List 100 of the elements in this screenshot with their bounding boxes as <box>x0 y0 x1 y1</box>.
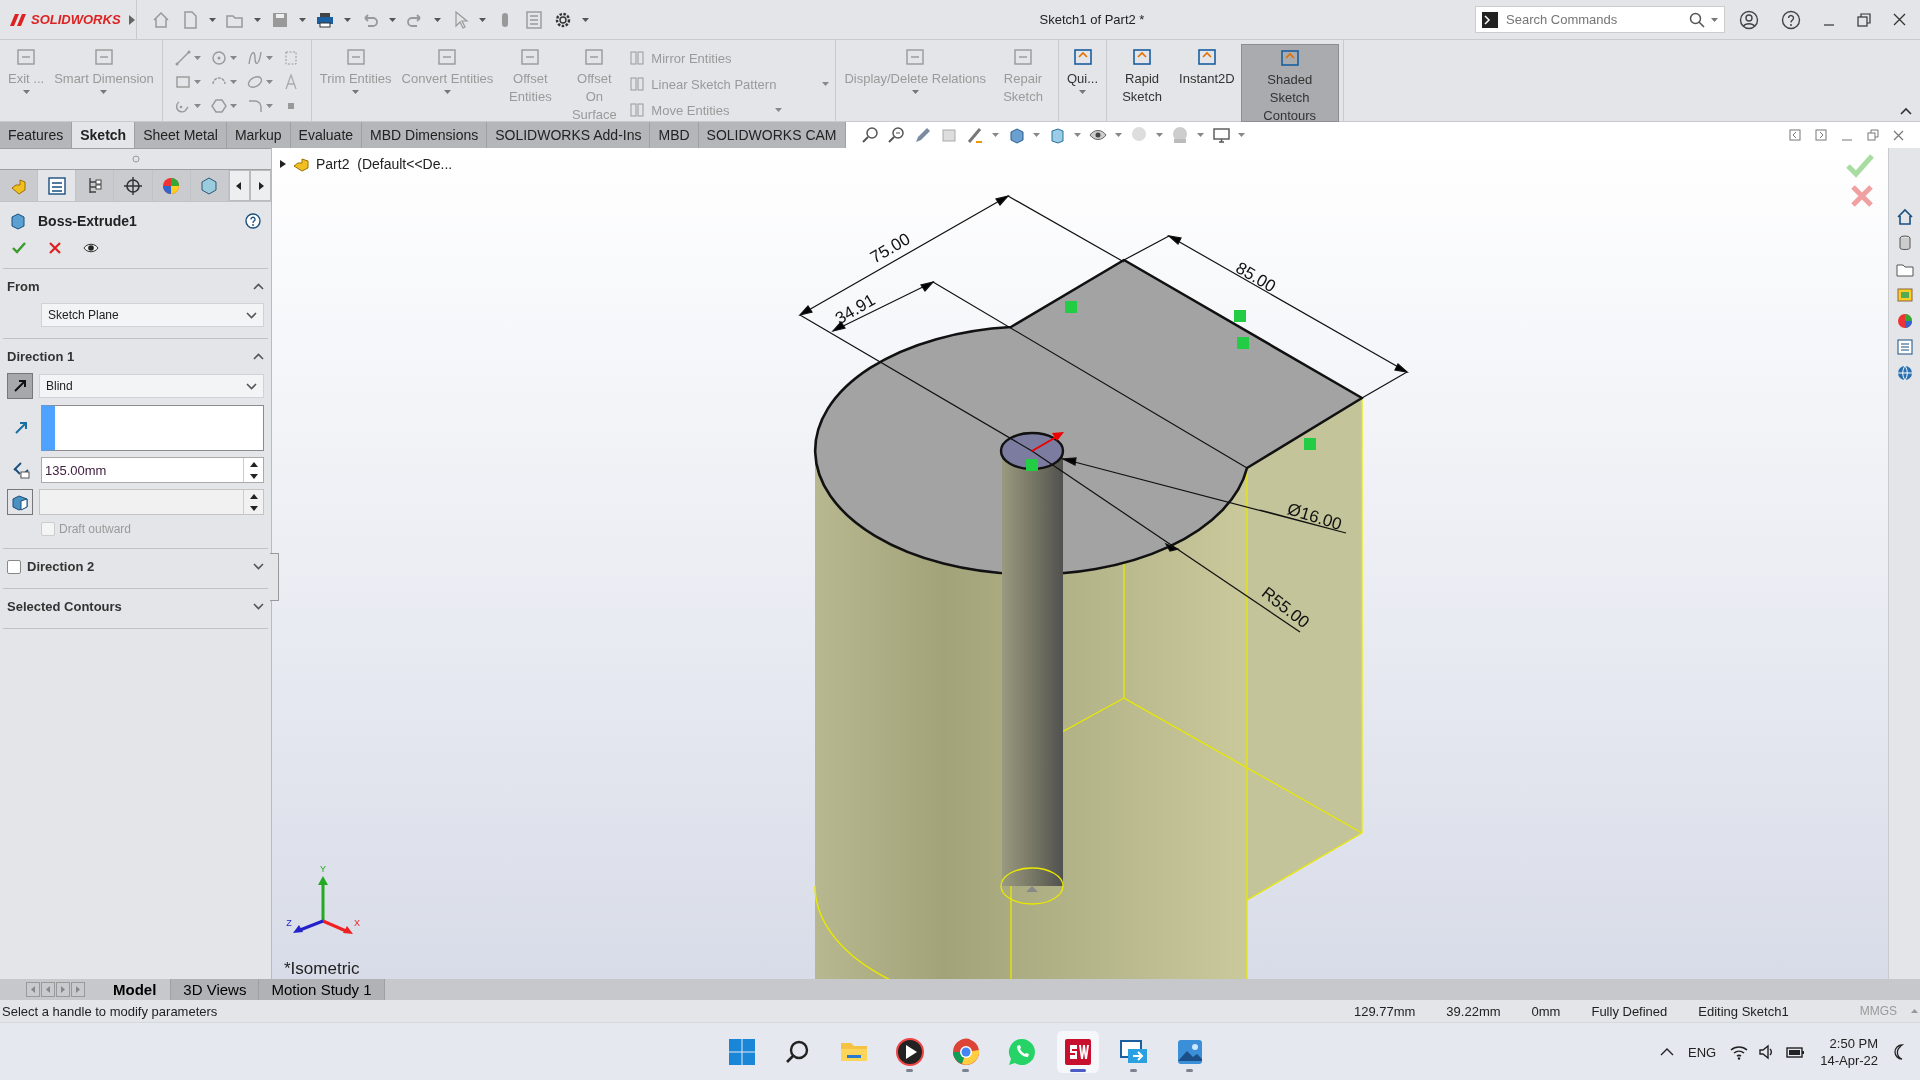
arrow-right-icon <box>257 181 264 190</box>
expand-arrow-icon[interactable] <box>280 160 286 168</box>
checkmark-icon[interactable] <box>1846 154 1874 178</box>
wifi-icon[interactable] <box>1730 1044 1749 1060</box>
list-icon[interactable] <box>1895 338 1914 356</box>
scroll-left-button[interactable] <box>228 170 250 201</box>
search-field[interactable]: Search Commands <box>1475 6 1725 33</box>
battery-icon[interactable] <box>1786 1044 1807 1060</box>
chevron-down-icon[interactable] <box>253 563 264 570</box>
ribbon-button[interactable]: Qui... <box>1063 44 1103 118</box>
tab[interactable]: Features <box>0 122 73 148</box>
tile-right-icon[interactable] <box>1815 129 1827 141</box>
ribbon-button[interactable]: Rapid Sketch <box>1111 44 1174 118</box>
user-icon[interactable] <box>1739 9 1759 30</box>
caret-up-icon[interactable] <box>1911 1009 1918 1013</box>
depth-field[interactable]: 135.00mm <box>42 458 243 482</box>
zoom-area-icon[interactable] <box>887 126 906 144</box>
panel-tab[interactable] <box>152 170 191 201</box>
gallery-icon[interactable] <box>1895 286 1914 304</box>
caret-icon <box>229 80 237 84</box>
clock-date[interactable]: 14-Apr-22 <box>1820 1053 1878 1068</box>
checkbox[interactable] <box>7 559 21 574</box>
scene-sphere-icon[interactable] <box>1170 126 1189 144</box>
clock-time[interactable]: 2:50 PM <box>1829 1036 1878 1051</box>
scroll-last-icon[interactable] <box>71 982 85 997</box>
globe-icon[interactable] <box>1895 364 1914 382</box>
scroll-next-icon[interactable] <box>56 982 70 997</box>
draft-angle-field[interactable] <box>39 489 264 515</box>
restore-icon[interactable] <box>1867 129 1879 141</box>
tree-item[interactable]: Part2 (Default<<De... <box>316 156 453 172</box>
grip-icon[interactable] <box>131 155 140 163</box>
caret-icon <box>443 90 451 94</box>
section-title[interactable]: Direction 2 <box>27 559 247 574</box>
dropdown[interactable]: Blind <box>39 374 264 398</box>
tab[interactable]: SOLIDWORKS CAM <box>698 122 846 148</box>
section-title[interactable]: Selected Contours <box>7 599 247 614</box>
tab[interactable]: MBD Dimensions <box>362 122 488 148</box>
status-field: 129.77mm <box>1353 1003 1416 1019</box>
pencil-icon[interactable] <box>913 126 932 144</box>
cancel-button[interactable] <box>47 240 63 256</box>
chevron-down-icon[interactable] <box>253 603 264 610</box>
search-field[interactable]: Search Commands <box>1504 11 1683 28</box>
language-indicator[interactable]: ENG <box>1688 1044 1717 1060</box>
terminal-icon <box>1482 11 1498 28</box>
tab[interactable]: Markup <box>226 122 291 148</box>
spin-up-icon[interactable] <box>249 461 258 467</box>
tab[interactable]: Evaluate <box>290 122 363 148</box>
tile-left-icon[interactable] <box>1789 129 1801 141</box>
chevron-down-icon[interactable] <box>246 382 257 390</box>
ok-button[interactable] <box>11 240 27 256</box>
ribbon-button[interactable]: Shaded Sketch Contours <box>1240 44 1339 122</box>
home-icon[interactable] <box>1895 208 1914 226</box>
tab[interactable]: SOLIDWORKS Add-Ins <box>487 122 651 148</box>
arrow-left-icon <box>236 181 243 190</box>
section-title[interactable]: Direction 1 <box>7 349 247 364</box>
scroll-first-icon[interactable] <box>26 982 40 997</box>
close-icon[interactable] <box>1893 13 1906 26</box>
tab[interactable]: Sketch <box>72 122 136 148</box>
section-title[interactable]: From <box>7 279 247 294</box>
caret-icon <box>434 17 441 22</box>
ribbon-button[interactable]: Instant2D <box>1175 44 1239 118</box>
restore-icon[interactable] <box>1857 12 1871 27</box>
monitor-icon[interactable] <box>1211 126 1230 144</box>
caret-icon <box>299 17 306 22</box>
caret-icon <box>229 56 237 60</box>
chevron-up-icon[interactable] <box>253 353 264 360</box>
dropdown[interactable]: Sketch Plane <box>41 303 264 327</box>
spin-up-icon[interactable] <box>249 493 258 499</box>
selection-box[interactable] <box>41 405 264 451</box>
tab[interactable]: 3D Views <box>171 979 260 1000</box>
close-icon[interactable] <box>1893 129 1904 141</box>
chevron-down-icon[interactable] <box>246 311 257 319</box>
tab[interactable]: Motion Study 1 <box>259 979 385 1000</box>
spin-down-icon[interactable] <box>249 473 258 479</box>
panel-resize-handle[interactable] <box>270 553 279 601</box>
direction-arrow[interactable] <box>1031 432 1064 452</box>
spin-down-icon[interactable] <box>249 505 258 511</box>
tab[interactable]: Sheet Metal <box>135 122 227 148</box>
panel-tab[interactable] <box>76 170 115 201</box>
caret-icon <box>1079 90 1087 94</box>
caret-icon <box>479 17 486 22</box>
tool-icon <box>1011 46 1035 68</box>
caret-icon <box>1032 133 1040 137</box>
panel-tab[interactable] <box>114 170 153 201</box>
chevron-up-icon[interactable] <box>1660 1048 1674 1056</box>
dimension-text[interactable]: Ø16.00 <box>1285 499 1345 534</box>
annotation-icon[interactable] <box>965 126 984 144</box>
collapse-icon[interactable] <box>1900 107 1912 115</box>
tab[interactable]: MBD <box>650 122 699 148</box>
depth-field[interactable]: 135.00mm <box>41 457 264 483</box>
color-wheel-icon[interactable] <box>1895 312 1914 330</box>
scroll-previous-icon[interactable] <box>41 982 55 997</box>
zoom-fit-icon[interactable] <box>861 126 880 144</box>
chevron-up-icon[interactable] <box>253 283 264 290</box>
help-icon[interactable] <box>1781 9 1801 30</box>
scroll-right-button[interactable] <box>250 170 272 201</box>
draft-button[interactable] <box>7 489 33 515</box>
reverse-direction-button[interactable] <box>7 373 33 399</box>
help-icon[interactable] <box>245 213 261 229</box>
caret-icon <box>991 133 999 137</box>
